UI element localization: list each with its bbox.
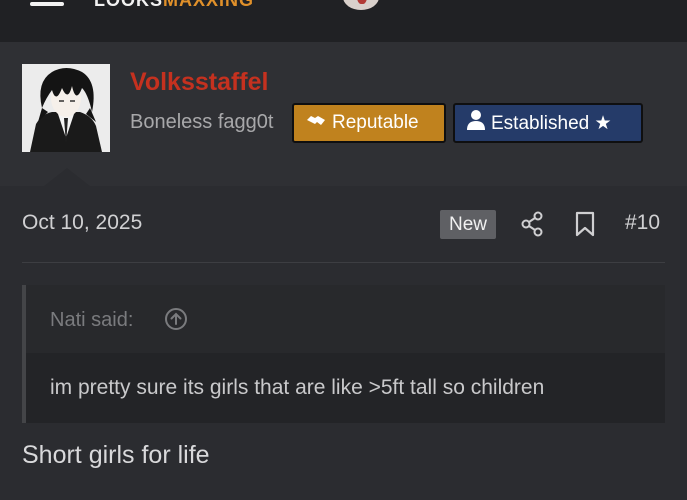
user-avatar[interactable] [22,64,110,152]
quote-author[interactable]: Nati said: [50,309,133,332]
top-nav-bar: LOOKSMAXXING [0,0,687,42]
reputable-badge: Reputable [292,103,446,143]
site-logo[interactable]: LOOKSMAXXING [94,0,254,11]
quote-text: im pretty sure its girls that are like >… [50,376,545,399]
username[interactable]: Volksstaffel [130,68,268,97]
divider [22,262,665,263]
bookmark-icon[interactable] [575,211,595,237]
avatar-pointer [44,168,90,186]
reputable-badge-label: Reputable [332,112,419,133]
inbox-icon[interactable] [423,0,447,8]
user-icon [467,110,485,136]
quote-block: Nati said: im pretty sure its girls that… [22,285,665,423]
logo-text-part2: MAXXING [163,0,255,10]
post-author-header: Volksstaffel Boneless fagg0t Reputable E… [0,42,687,186]
alerts-icon[interactable] [492,0,516,8]
search-icon[interactable] [636,0,660,8]
established-badge-label: Established ★ [491,112,612,134]
share-icon[interactable] [520,211,544,237]
established-badge: Established ★ [453,103,643,143]
menu-icon[interactable] [30,0,64,6]
bookmarks-icon[interactable] [563,0,587,8]
post-date[interactable]: Oct 10, 2025 [22,211,142,235]
arrow-up-circle-icon[interactable] [164,307,188,331]
account-avatar[interactable] [343,0,379,10]
handshake-icon [306,112,326,134]
user-title: Boneless fagg0t [130,111,274,133]
new-label: New [440,210,496,239]
logo-text-part1: LOOKS [94,0,164,10]
post-message: Short girls for life [22,441,210,469]
quote-header: Nati said: [26,285,665,353]
post-number-link[interactable]: #10 [625,211,660,235]
